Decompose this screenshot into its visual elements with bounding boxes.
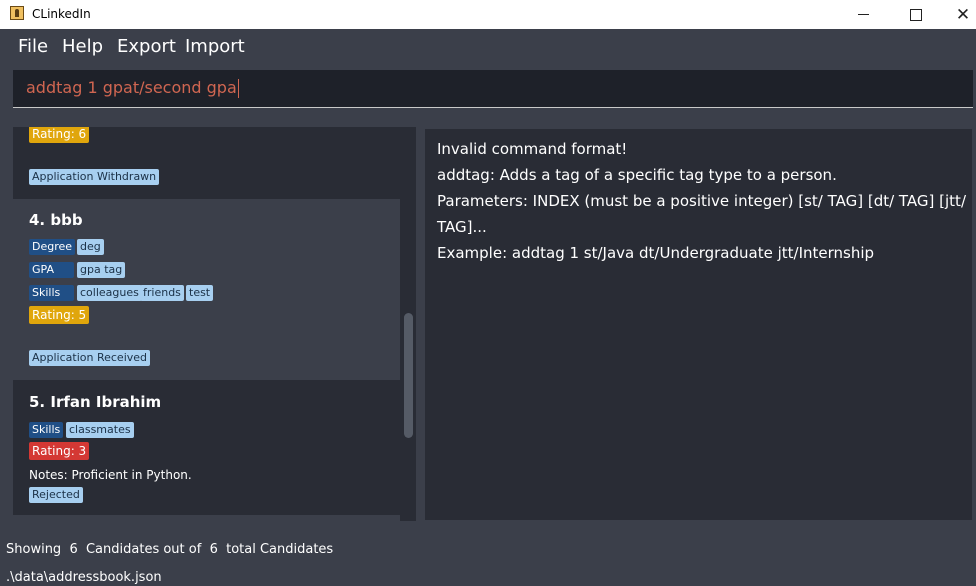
result-line: addtag: Adds a tag of a specific tag typ… <box>437 166 837 184</box>
list-scrollbar-thumb[interactable] <box>404 313 413 438</box>
command-box[interactable]: addtag 1 gpat/second gpa <box>13 70 973 108</box>
rating-badge: Rating: 5 <box>29 306 90 324</box>
menu-file[interactable]: File <box>18 36 48 57</box>
result-line: Invalid command format! <box>437 140 628 158</box>
app-icon <box>10 6 24 20</box>
candidate-notes: Notes: Proficient in Python. <box>29 468 192 482</box>
candidate-name: 5. Irfan Ibrahim <box>29 393 162 411</box>
rating-badge: Rating: 6 <box>29 127 90 143</box>
candidate-card-partial[interactable] <box>13 515 400 521</box>
close-icon: ✕ <box>955 4 971 25</box>
save-file-path: .\data\addressbook.json <box>6 570 162 585</box>
minimize-icon <box>857 14 869 15</box>
result-display: Invalid command format! addtag: Adds a t… <box>425 129 972 520</box>
skill-tag: test <box>186 285 214 301</box>
menu-help[interactable]: Help <box>62 36 103 57</box>
skill-tag: colleagues <box>77 285 142 301</box>
candidate-card[interactable]: 5. Irfan Ibrahim Skills classmates Ratin… <box>13 380 400 515</box>
file-path-bar: .\data\addressbook.json <box>0 564 976 586</box>
candidate-card-partial[interactable]: Rating: 6 Application Withdrawn <box>13 127 400 199</box>
result-line: Parameters: INDEX (must be a positive in… <box>437 192 966 210</box>
minimize-button[interactable] <box>840 0 886 29</box>
close-button[interactable]: ✕ <box>940 0 976 29</box>
rating-badge: Rating: 3 <box>29 442 90 460</box>
tag-category-skills: Skills <box>29 285 74 301</box>
candidate-count-bar: Showing 6 Candidates out of 6 total Cand… <box>0 533 976 564</box>
command-input[interactable]: addtag 1 gpat/second gpa <box>26 78 239 98</box>
text-caret <box>237 79 239 98</box>
skill-tag: friends <box>140 285 184 301</box>
application-status-tag: Rejected <box>29 487 83 503</box>
candidate-name: 4. bbb <box>29 211 83 229</box>
candidate-count: Showing 6 Candidates out of 6 total Cand… <box>6 542 334 557</box>
menu-bar: File Help Export Import <box>0 29 976 65</box>
window-title: CLinkedIn <box>32 7 91 21</box>
command-area: addtag 1 gpat/second gpa <box>0 65 976 115</box>
maximize-icon <box>910 8 922 21</box>
skill-tag: classmates <box>66 422 134 438</box>
result-line: TAG]... <box>437 218 487 236</box>
candidate-card[interactable]: 4. bbb Degree deg GPA gpa tag Skills col… <box>13 199 400 380</box>
application-status-tag: Application Withdrawn <box>29 169 160 185</box>
tag-category-gpa: GPA <box>29 262 74 278</box>
application-status-tag: Application Received <box>29 350 151 366</box>
candidate-list[interactable]: Rating: 6 Application Withdrawn 4. bbb D… <box>13 127 400 521</box>
title-bar: CLinkedIn ✕ <box>0 0 976 29</box>
gpa-tag: gpa tag <box>77 262 126 278</box>
tag-category-skills: Skills <box>29 422 64 438</box>
result-line: Example: addtag 1 st/Java dt/Undergradua… <box>437 244 875 262</box>
menu-import[interactable]: Import <box>185 36 245 57</box>
degree-tag: deg <box>77 239 104 255</box>
tag-category-degree: Degree <box>29 239 76 255</box>
command-text: addtag 1 gpat/second gpa <box>26 78 237 97</box>
menu-export[interactable]: Export <box>117 36 176 57</box>
maximize-button[interactable] <box>893 0 939 29</box>
